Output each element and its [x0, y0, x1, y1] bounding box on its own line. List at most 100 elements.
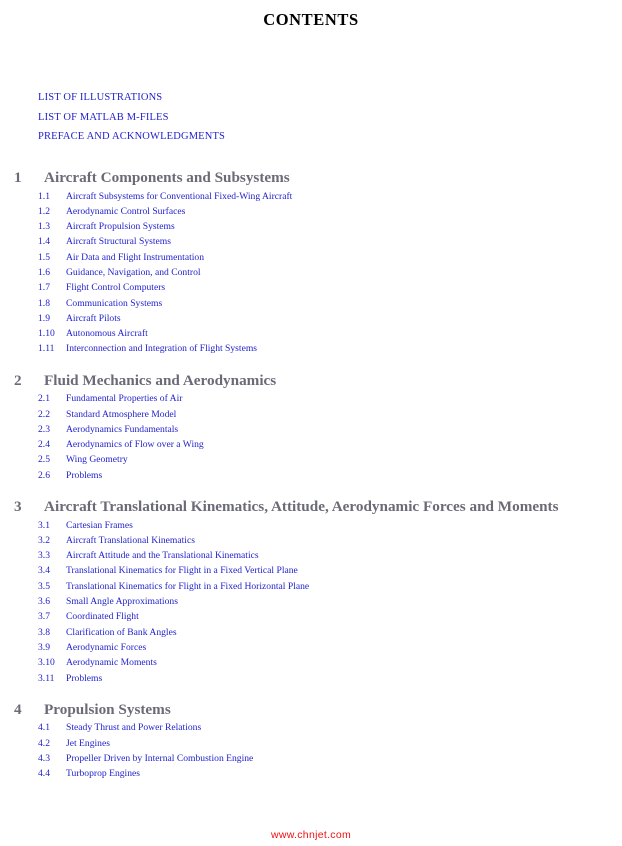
section-number: 4.3 [38, 752, 50, 764]
section-title: Autonomous Aircraft [66, 328, 148, 340]
chapter-number: 1 [14, 169, 22, 186]
chapter-block: 4 Propulsion Systems 4.1 Steady Thrust and … [0, 700, 622, 782]
section-title: Wing Geometry [66, 454, 128, 466]
section-row[interactable]: 4.2 Jet Engines [0, 736, 622, 751]
frontmatter-list: LIST OF ILLUSTRATIONS LIST OF MATLAB M-FI… [38, 88, 598, 147]
section-number: 2.1 [38, 393, 50, 405]
section-row[interactable]: 1.1 Aircraft Subsystems for Conventional … [0, 189, 622, 204]
section-title: Aircraft Translational Kinematics [66, 534, 195, 546]
section-row[interactable]: 3.10 Aerodynamic Moments [0, 655, 622, 670]
contents-page: CONTENTS LIST OF ILLUSTRATIONS LIST OF MA… [0, 0, 622, 846]
chapter-heading[interactable]: 3 Aircraft Translational Kinematics, Atti… [0, 497, 622, 517]
section-number: 1.7 [38, 282, 50, 294]
section-number: 3.5 [38, 580, 50, 592]
chapter-heading[interactable]: 4 Propulsion Systems [0, 700, 622, 720]
chapter-block: 3 Aircraft Translational Kinematics, Atti… [0, 497, 622, 686]
section-number: 3.9 [38, 641, 50, 653]
section-number: 1.6 [38, 266, 50, 278]
section-row[interactable]: 4.1 Steady Thrust and Power Relations [0, 720, 622, 735]
section-row[interactable]: 1.11 Interconnection and Integration of F… [0, 341, 622, 356]
section-number: 2.6 [38, 469, 50, 481]
section-number: 2.2 [38, 408, 50, 420]
section-row[interactable]: 1.6 Guidance, Navigation, and Control [0, 265, 622, 280]
section-title: Problems [66, 469, 103, 481]
section-row[interactable]: 1.10 Autonomous Aircraft [0, 326, 622, 341]
section-row[interactable]: 2.2 Standard Atmosphere Model [0, 407, 622, 422]
section-row[interactable]: 2.4 Aerodynamics of Flow over a Wing [0, 437, 622, 452]
section-title: Jet Engines [66, 737, 110, 749]
section-number: 1.8 [38, 297, 50, 309]
section-row[interactable]: 4.4 Turboprop Engines [0, 766, 622, 781]
section-title: Flight Control Computers [66, 282, 166, 294]
section-row[interactable]: 3.9 Aerodynamic Forces [0, 640, 622, 655]
chapter-heading[interactable]: 1 Aircraft Components and Subsystems [0, 168, 622, 188]
section-row[interactable]: 3.7 Coordinated Flight [0, 609, 622, 624]
chapter-title: Aircraft Components and Subsystems [44, 169, 290, 186]
frontmatter-item[interactable]: LIST OF MATLAB M-FILES [38, 108, 598, 128]
chapter-number: 3 [14, 498, 22, 516]
frontmatter-item[interactable]: PREFACE AND ACKNOWLEDGMENTS [38, 127, 598, 147]
section-title: Fundamental Properties of Air [66, 393, 183, 405]
page-title: CONTENTS [263, 10, 359, 29]
section-number: 2.5 [38, 454, 50, 466]
section-title: Aircraft Propulsion Systems [66, 221, 175, 233]
section-list: 1.1 Aircraft Subsystems for Conventional … [0, 189, 622, 357]
section-number: 1.4 [38, 236, 50, 248]
section-number: 4.1 [38, 722, 50, 734]
chapter-title: Fluid Mechanics and Aerodynamics [44, 371, 277, 389]
section-number: 1.9 [38, 312, 50, 324]
section-title: Air Data and Flight Instrumentation [66, 251, 205, 263]
section-number: 4.4 [38, 768, 50, 780]
section-row[interactable]: 2.3 Aerodynamics Fundamentals [0, 422, 622, 437]
section-title: Aircraft Attitude and the Translational … [66, 550, 259, 562]
section-title: Standard Atmosphere Model [66, 408, 177, 420]
section-number: 4.2 [38, 737, 50, 749]
section-title: Aerodynamics Fundamentals [66, 423, 179, 435]
section-row[interactable]: 3.8 Clarification of Bank Angles [0, 625, 622, 640]
section-number: 1.11 [38, 343, 55, 355]
section-title: Turboprop Engines [66, 768, 141, 780]
section-row[interactable]: 4.3 Propeller Driven by Internal Combusti… [0, 751, 622, 766]
chapter-block: 1 Aircraft Components and Subsystems 1.1 Ai… [0, 168, 622, 357]
section-row[interactable]: 3.4 Translational Kinematics for Flight i… [0, 563, 622, 578]
section-row[interactable]: 3.5 Translational Kinematics for Flight i… [0, 579, 622, 594]
section-title: Aircraft Pilots [66, 312, 121, 324]
section-row[interactable]: 2.1 Fundamental Properties of Air [0, 391, 622, 406]
frontmatter-item[interactable]: LIST OF ILLUSTRATIONS [38, 88, 598, 108]
section-row[interactable]: 1.7 Flight Control Computers [0, 280, 622, 295]
section-number: 3.1 [38, 519, 50, 531]
section-row[interactable]: 1.9 Aircraft Pilots [0, 311, 622, 326]
section-number: 1.2 [38, 205, 50, 217]
section-row[interactable]: 1.3 Aircraft Propulsion Systems [0, 219, 622, 234]
section-row[interactable]: 1.4 Aircraft Structural Systems [0, 234, 622, 249]
section-title: Guidance, Navigation, and Control [66, 266, 201, 278]
section-number: 1.10 [38, 328, 55, 340]
section-row[interactable]: 3.1 Cartesian Frames [0, 518, 622, 533]
section-row[interactable]: 1.5 Air Data and Flight Instrumentation [0, 250, 622, 265]
section-number: 2.4 [38, 439, 50, 451]
chapter-number: 4 [14, 700, 22, 718]
section-list: 2.1 Fundamental Properties of Air 2.2 Stand… [0, 391, 622, 483]
section-number: 3.4 [38, 565, 50, 577]
section-title: Translational Kinematics for Flight in a… [66, 565, 298, 577]
section-row[interactable]: 1.8 Communication Systems [0, 296, 622, 311]
section-list: 4.1 Steady Thrust and Power Relations 4.2 J… [0, 720, 622, 781]
chapter-title: Aircraft Translational Kinematics, Attit… [44, 498, 559, 516]
section-number: 2.3 [38, 423, 50, 435]
section-number: 1.3 [38, 221, 50, 233]
section-title: Propeller Driven by Internal Combustion … [66, 752, 254, 764]
section-number: 3.6 [38, 596, 50, 608]
section-row[interactable]: 2.5 Wing Geometry [0, 452, 622, 467]
section-row[interactable]: 3.6 Small Angle Approximations [0, 594, 622, 609]
chapter-title: Propulsion Systems [44, 700, 171, 718]
section-row[interactable]: 3.3 Aircraft Attitude and the Translation… [0, 548, 622, 563]
section-title: Aircraft Structural Systems [66, 236, 171, 248]
section-title: Communication Systems [66, 297, 163, 309]
section-row[interactable]: 1.2 Aerodynamic Control Surfaces [0, 204, 622, 219]
section-title: Cartesian Frames [66, 519, 133, 531]
section-row[interactable]: 3.2 Aircraft Translational Kinematics [0, 533, 622, 548]
section-row[interactable]: 2.6 Problems [0, 468, 622, 483]
chapter-block: 2 Fluid Mechanics and Aerodynamics 2.1 Fund… [0, 371, 622, 483]
section-row[interactable]: 3.11 Problems [0, 671, 622, 686]
chapter-heading[interactable]: 2 Fluid Mechanics and Aerodynamics [0, 371, 622, 391]
